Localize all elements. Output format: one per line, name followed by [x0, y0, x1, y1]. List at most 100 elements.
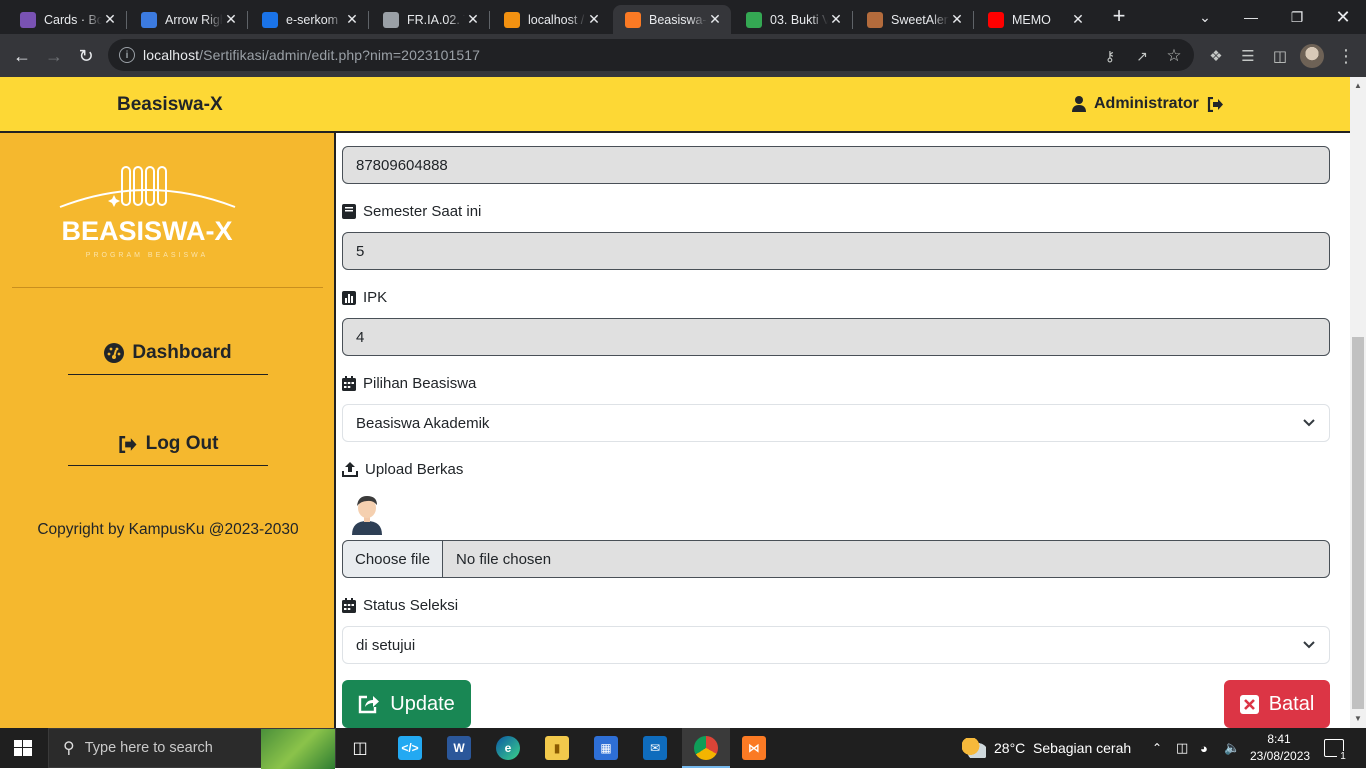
extensions-icon[interactable]: ❖: [1206, 46, 1226, 66]
share-icon[interactable]: ↗: [1133, 47, 1151, 65]
show-hidden-icons-chevron-icon[interactable]: ⌃: [1152, 728, 1162, 768]
tab-title: localhost /: [528, 12, 585, 27]
phone-field[interactable]: 87809604888: [342, 146, 1330, 184]
site-info-icon[interactable]: i: [119, 47, 135, 63]
logo-subtitle: PROGRAM BEASISWA: [86, 252, 208, 259]
store-icon[interactable]: ▦: [594, 736, 618, 760]
menu-kebab-icon[interactable]: ⋮: [1336, 46, 1356, 66]
tab-title: 03. Bukti V: [770, 12, 828, 27]
chevron-down-icon: [1303, 419, 1315, 427]
tab-close-icon[interactable]: ✕: [949, 11, 965, 28]
tab-title: MEMO: [1012, 12, 1051, 27]
user-icon: [1072, 96, 1086, 112]
edge-icon[interactable]: e: [496, 736, 520, 760]
admin-menu[interactable]: Administrator: [1072, 95, 1224, 113]
top-navbar: Beasiswa-X Administrator: [0, 77, 1350, 133]
tab-favicon-icon: [141, 11, 157, 28]
browser-tab[interactable]: e-serkom ✕: [250, 5, 368, 34]
browser-tab[interactable]: FR.IA.02. T ✕: [371, 5, 489, 34]
tab-close-icon[interactable]: ✕: [828, 11, 844, 28]
sidebar-item-logout[interactable]: Log Out: [68, 433, 268, 466]
close-window-button[interactable]: ✕: [1320, 0, 1366, 34]
chrome-icon[interactable]: [694, 736, 718, 760]
word-icon[interactable]: W: [447, 736, 471, 760]
back-icon[interactable]: ←: [8, 42, 36, 70]
file-explorer-icon[interactable]: ▮: [545, 736, 569, 760]
new-tab-button[interactable]: +: [1108, 5, 1130, 27]
sidebar-divider: [12, 287, 323, 288]
ipk-field[interactable]: 4: [342, 318, 1330, 356]
bookmark-star-icon[interactable]: ☆: [1165, 46, 1183, 65]
scroll-thumb[interactable]: [1352, 337, 1364, 709]
reload-icon[interactable]: ↻: [72, 42, 100, 70]
tab-close-icon[interactable]: ✕: [465, 11, 481, 28]
browser-tab[interactable]: MEMO ✕: [976, 5, 1094, 34]
taskbar-clock[interactable]: 8:41 23/08/2023: [1250, 731, 1310, 765]
network-device-icon[interactable]: ◫: [1176, 728, 1188, 768]
scroll-down-icon[interactable]: ▼: [1353, 714, 1363, 723]
dashboard-gauge-icon: [104, 343, 125, 363]
windows-start-icon[interactable]: [14, 740, 32, 756]
tab-close-icon[interactable]: ✕: [102, 11, 118, 28]
tab-favicon-icon: [20, 11, 36, 28]
browser-tab[interactable]: SweetAlert ✕: [855, 5, 973, 34]
address-bar[interactable]: i localhost/Sertifikasi/admin/edit.php?n…: [108, 39, 1194, 71]
scroll-up-icon[interactable]: ▲: [1353, 81, 1363, 90]
ipk-label-text: IPK: [363, 289, 388, 306]
minimize-button[interactable]: —: [1228, 0, 1274, 34]
upload-label-text: Upload Berkas: [365, 461, 464, 478]
cancel-button[interactable]: Batal: [1224, 680, 1330, 728]
beasiswa-logo: BEASISWA-X PROGRAM BEASISWA: [59, 166, 236, 259]
tab-close-icon[interactable]: ✕: [223, 11, 239, 28]
weather-widget[interactable]: 28°C Sebagian cerah: [962, 728, 1131, 768]
side-panel-icon[interactable]: ◫: [1270, 46, 1290, 66]
notification-center-icon[interactable]: 1: [1324, 739, 1349, 762]
tab-close-icon[interactable]: ✕: [1070, 11, 1086, 28]
tab-close-icon[interactable]: ✕: [707, 11, 723, 28]
restore-button[interactable]: ❐: [1274, 0, 1320, 34]
vscode-icon[interactable]: </>: [398, 736, 422, 760]
choose-file-button[interactable]: Choose file: [343, 541, 444, 577]
browser-tab[interactable]: Arrow Right✕: [129, 5, 247, 34]
search-placeholder: Type here to search: [84, 740, 213, 756]
file-input[interactable]: Choose file No file chosen: [342, 540, 1330, 578]
status-selected-value: di setujui: [356, 636, 416, 654]
close-square-icon: [1239, 694, 1259, 714]
mail-icon[interactable]: ✉: [643, 736, 667, 760]
browser-tab[interactable]: Cards · Bootstrap✕: [8, 5, 126, 34]
semester-label: Semester Saat ini: [342, 203, 481, 220]
tab-close-icon[interactable]: ✕: [344, 11, 360, 28]
key-icon[interactable]: ⚷: [1101, 47, 1119, 65]
chevron-down-icon: [1303, 641, 1315, 649]
brand-title[interactable]: Beasiswa-X: [117, 94, 223, 116]
task-view-icon[interactable]: ◫: [348, 736, 372, 760]
admin-name: Administrator: [1094, 95, 1199, 112]
update-button[interactable]: Update: [342, 680, 471, 728]
tab-close-icon[interactable]: ✕: [586, 11, 602, 28]
xampp-icon[interactable]: ⋈: [742, 736, 766, 760]
page-scrollbar[interactable]: ▲ ▼: [1350, 77, 1366, 728]
sidebar-dashboard-label: Dashboard: [132, 342, 232, 363]
media-control-icon[interactable]: ☰: [1238, 46, 1258, 66]
tab-favicon-icon: [383, 11, 399, 28]
tab-title: Beasiswa-X: [649, 12, 707, 27]
tab-search-chevron-icon[interactable]: ⌄: [1182, 0, 1228, 34]
browser-tab[interactable]: Beasiswa-X✕: [613, 5, 731, 34]
wifi-icon[interactable]: ◕: [1200, 728, 1208, 768]
profile-avatar[interactable]: [1300, 44, 1324, 68]
search-icon: ⚲: [63, 740, 75, 757]
forward-icon[interactable]: →: [40, 42, 68, 70]
status-label: Status Seleksi: [342, 597, 458, 614]
weather-text: 28°C Sebagian cerah: [994, 740, 1132, 756]
beasiswa-select[interactable]: Beasiswa Akademik: [342, 404, 1330, 442]
tab-separator: [973, 11, 974, 29]
status-select[interactable]: di setujui: [342, 626, 1330, 664]
taskbar-search-box[interactable]: ⚲ Type here to search: [48, 728, 336, 769]
browser-tab[interactable]: 03. Bukti V ✕: [734, 5, 852, 34]
semester-label-text: Semester Saat ini: [363, 203, 482, 220]
volume-icon[interactable]: 🔈: [1224, 728, 1240, 768]
browser-tab[interactable]: localhost / ✕: [492, 5, 610, 34]
sidebar-item-dashboard[interactable]: Dashboard: [68, 342, 268, 375]
status-label-text: Status Seleksi: [363, 597, 459, 614]
semester-field[interactable]: 5: [342, 232, 1330, 270]
